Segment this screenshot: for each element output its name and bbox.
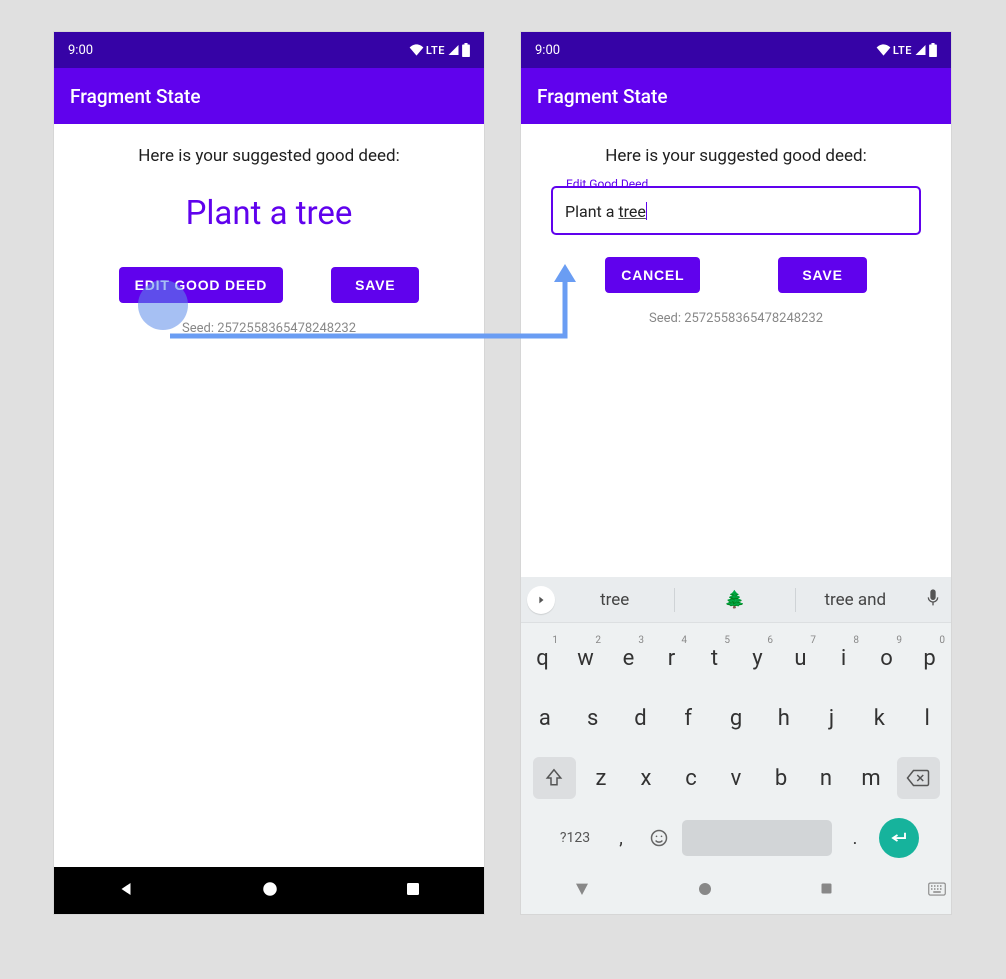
soft-keyboard: tree 🌲 tree and q1w2e3r4t5y6u7i8o9p0 asd… bbox=[521, 577, 951, 867]
wifi-icon bbox=[409, 44, 424, 56]
key-k[interactable]: k bbox=[856, 693, 902, 743]
suggestion-1[interactable]: tree bbox=[555, 590, 674, 610]
key-g[interactable]: g bbox=[713, 693, 759, 743]
status-bar: 9:00 LTE bbox=[54, 32, 484, 68]
seed-text: Seed: 2572558365478248232 bbox=[70, 321, 468, 336]
key-l[interactable]: l bbox=[904, 693, 950, 743]
keyboard-row-1: q1w2e3r4t5y6u7i8o9p0 bbox=[521, 633, 951, 683]
app-bar: Fragment State bbox=[54, 68, 484, 124]
network-label: LTE bbox=[893, 44, 912, 57]
emoji-key[interactable] bbox=[641, 813, 677, 863]
enter-key[interactable] bbox=[879, 818, 919, 858]
key-w[interactable]: w2 bbox=[565, 633, 606, 683]
edit-text-field[interactable]: Edit Good Deed Plant a tree bbox=[551, 186, 921, 235]
key-n[interactable]: n bbox=[805, 753, 848, 803]
field-value: Plant a tree bbox=[565, 202, 647, 221]
key-p[interactable]: p0 bbox=[909, 633, 950, 683]
clock-text: 9:00 bbox=[535, 43, 560, 58]
app-bar: Fragment State bbox=[521, 68, 951, 124]
key-t[interactable]: t5 bbox=[694, 633, 735, 683]
text-cursor bbox=[646, 202, 648, 220]
spacebar-key[interactable] bbox=[682, 820, 832, 856]
touch-indicator bbox=[138, 280, 188, 330]
comma-key[interactable]: , bbox=[603, 813, 639, 863]
save-button[interactable]: SAVE bbox=[778, 257, 866, 293]
status-icons: LTE bbox=[876, 43, 937, 57]
key-z[interactable]: z bbox=[580, 753, 623, 803]
home-button[interactable] bbox=[696, 880, 714, 902]
suggestion-bar: tree 🌲 tree and bbox=[521, 577, 951, 623]
signal-icon bbox=[914, 44, 927, 56]
navigation-bar bbox=[54, 867, 484, 914]
period-key[interactable]: . bbox=[837, 813, 873, 863]
key-y[interactable]: y6 bbox=[737, 633, 778, 683]
button-row: EDIT GOOD DEED SAVE bbox=[70, 267, 468, 303]
back-button[interactable] bbox=[117, 880, 135, 902]
key-b[interactable]: b bbox=[760, 753, 803, 803]
content-area: Here is your suggested good deed: Edit G… bbox=[521, 124, 951, 326]
suggestion-2[interactable]: 🌲 bbox=[675, 590, 794, 610]
back-button[interactable] bbox=[574, 881, 590, 901]
status-icons: LTE bbox=[409, 43, 470, 57]
keyboard-row-3: zxcvbnm bbox=[521, 753, 951, 803]
phone-screen-edit-mode: 9:00 LTE Fragment State Here is your sug… bbox=[520, 31, 952, 915]
shift-icon bbox=[545, 768, 563, 788]
button-row: CANCEL SAVE bbox=[537, 257, 935, 293]
key-c[interactable]: c bbox=[670, 753, 713, 803]
content-area: Here is your suggested good deed: Plant … bbox=[54, 124, 484, 336]
symbols-key[interactable]: ?123 bbox=[548, 830, 602, 846]
backspace-key[interactable] bbox=[897, 757, 940, 799]
deed-text: Plant a tree bbox=[70, 194, 468, 233]
emoji-icon bbox=[649, 828, 669, 848]
keyboard-icon bbox=[928, 882, 946, 896]
navigation-bar bbox=[521, 867, 951, 914]
voice-input-button[interactable] bbox=[915, 588, 951, 612]
recents-button[interactable] bbox=[819, 881, 834, 900]
keyboard-row-4: ?123 , . bbox=[521, 813, 951, 863]
clock-text: 9:00 bbox=[68, 43, 93, 58]
battery-icon bbox=[462, 43, 470, 57]
key-j[interactable]: j bbox=[809, 693, 855, 743]
subtitle-text: Here is your suggested good deed: bbox=[537, 146, 935, 166]
suggestion-3[interactable]: tree and bbox=[796, 590, 915, 610]
subtitle-text: Here is your suggested good deed: bbox=[70, 146, 468, 166]
wifi-icon bbox=[876, 44, 891, 56]
keyboard-row-2: asdfghjkl bbox=[521, 693, 951, 743]
key-f[interactable]: f bbox=[665, 693, 711, 743]
backspace-icon bbox=[906, 769, 930, 787]
seed-text: Seed: 2572558365478248232 bbox=[537, 311, 935, 326]
key-v[interactable]: v bbox=[715, 753, 758, 803]
key-r[interactable]: r4 bbox=[651, 633, 692, 683]
key-m[interactable]: m bbox=[850, 753, 893, 803]
mic-icon bbox=[925, 588, 941, 608]
key-q[interactable]: q1 bbox=[522, 633, 563, 683]
key-i[interactable]: i8 bbox=[823, 633, 864, 683]
signal-icon bbox=[447, 44, 460, 56]
key-x[interactable]: x bbox=[625, 753, 668, 803]
cancel-button[interactable]: CANCEL bbox=[605, 257, 700, 293]
key-a[interactable]: a bbox=[522, 693, 568, 743]
recents-button[interactable] bbox=[405, 881, 421, 901]
key-u[interactable]: u7 bbox=[780, 633, 821, 683]
chevron-right-icon bbox=[536, 595, 546, 605]
save-button[interactable]: SAVE bbox=[331, 267, 419, 303]
key-e[interactable]: e3 bbox=[608, 633, 649, 683]
network-label: LTE bbox=[426, 44, 445, 57]
phone-screen-view-mode: 9:00 LTE Fragment State Here is your sug… bbox=[53, 31, 485, 915]
key-o[interactable]: o9 bbox=[866, 633, 907, 683]
battery-icon bbox=[929, 43, 937, 57]
key-d[interactable]: d bbox=[618, 693, 664, 743]
shift-key[interactable] bbox=[533, 757, 576, 799]
expand-suggestions-button[interactable] bbox=[527, 586, 555, 614]
app-title: Fragment State bbox=[70, 85, 201, 108]
key-h[interactable]: h bbox=[761, 693, 807, 743]
app-title: Fragment State bbox=[537, 85, 668, 108]
key-s[interactable]: s bbox=[570, 693, 616, 743]
home-button[interactable] bbox=[261, 880, 279, 902]
enter-icon bbox=[890, 831, 908, 845]
keyboard-switch-button[interactable] bbox=[928, 881, 946, 900]
status-bar: 9:00 LTE bbox=[521, 32, 951, 68]
